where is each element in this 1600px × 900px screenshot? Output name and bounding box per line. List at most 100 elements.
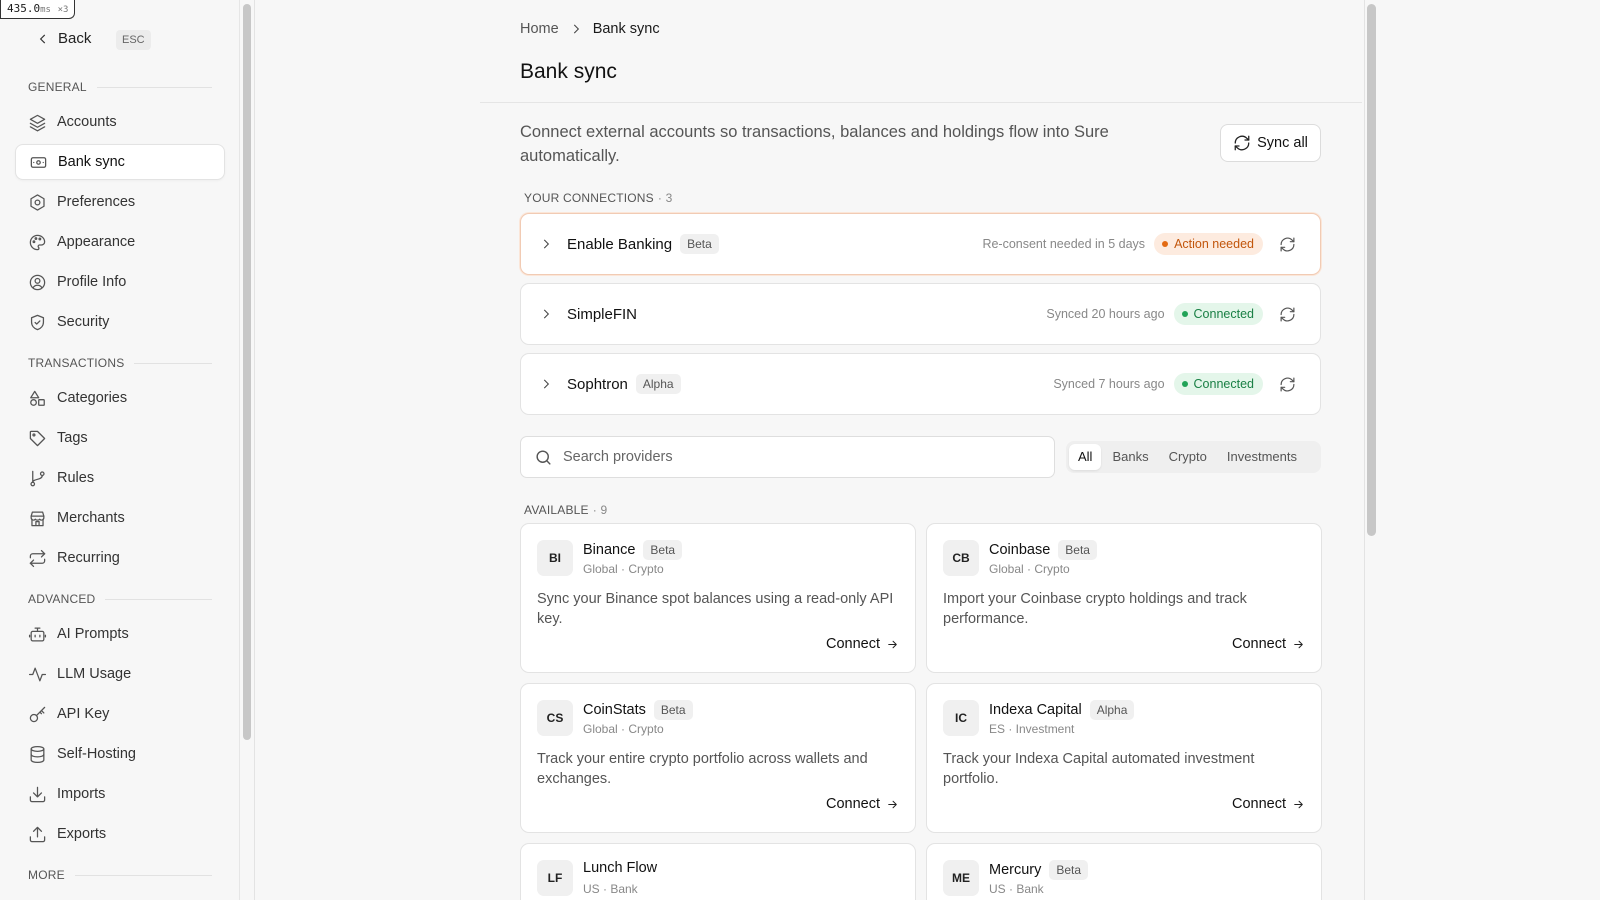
provider-logo: ME	[943, 860, 979, 896]
sidebar-item-api-key[interactable]: API Key	[15, 696, 225, 732]
user-circle-icon	[29, 274, 46, 290]
refresh-icon	[1234, 135, 1250, 151]
chevron-right-icon[interactable]	[539, 377, 553, 391]
sync-all-button[interactable]: Sync all	[1220, 124, 1321, 162]
section-advanced: ADVANCED	[28, 592, 212, 606]
provider-region: US · Bank	[989, 882, 1044, 896]
sidebar-item-label: LLM Usage	[57, 666, 132, 682]
provider-card-mercury: ME Mercury Beta US · Bank	[926, 843, 1322, 900]
provider-card-binance: BI Binance Beta Global · Crypto Sync your…	[520, 523, 916, 673]
sidebar-item-label: Recurring	[57, 550, 120, 566]
connection-name: Sophtron	[567, 375, 628, 393]
sidebar-item-label: Appearance	[57, 234, 136, 250]
back-button[interactable]: Back	[36, 30, 91, 47]
sidebar-item-merchants[interactable]: Merchants	[15, 500, 225, 536]
breadcrumb: Home Bank sync	[520, 21, 660, 37]
beta-tag: Beta	[1049, 860, 1089, 880]
filter-tab-banks[interactable]: Banks	[1103, 444, 1157, 470]
sidebar-item-preferences[interactable]: Preferences	[15, 184, 225, 220]
breadcrumb-current: Bank sync	[592, 21, 660, 37]
provider-description: Track your Indexa Capital automated inve…	[943, 751, 1255, 787]
filter-tab-crypto[interactable]: Crypto	[1160, 444, 1216, 470]
filter-tab-investments[interactable]: Investments	[1218, 444, 1306, 470]
chevron-right-icon	[573, 24, 579, 34]
sidebar-item-accounts[interactable]: Accounts	[15, 104, 225, 140]
sidebar-scrollbar-thumb[interactable]	[243, 4, 251, 740]
connect-button[interactable]: Connect	[1232, 796, 1305, 812]
upload-icon	[29, 826, 46, 842]
connect-button[interactable]: Connect	[826, 796, 899, 812]
provider-logo: BI	[537, 540, 573, 576]
back-label: Back	[58, 30, 92, 47]
sidebar-item-self-hosting[interactable]: Self-Hosting	[15, 736, 225, 772]
connect-button[interactable]: Connect	[1232, 636, 1305, 652]
sidebar-item-rules[interactable]: Rules	[15, 460, 225, 496]
chevron-right-icon[interactable]	[539, 307, 553, 321]
perf-overlay: 435.0ms ×3	[0, 0, 76, 19]
breadcrumb-home[interactable]: Home	[520, 21, 559, 37]
provider-logo: LF	[537, 860, 573, 896]
filter-tab-all[interactable]: All	[1069, 444, 1102, 470]
sidebar-item-profile-info[interactable]: Profile Info	[15, 264, 225, 300]
refresh-icon[interactable]	[1279, 376, 1296, 393]
provider-filter-tabs: All Banks Crypto Investments	[1066, 441, 1321, 473]
connection-row-enable-banking[interactable]: Enable Banking Beta Re-consent needed in…	[520, 213, 1321, 275]
provider-card-coinstats: CS CoinStats Beta Global · Crypto Track y…	[520, 683, 916, 833]
provider-region: Global · Crypto	[583, 722, 664, 736]
provider-logo: CB	[943, 540, 979, 576]
provider-name: CoinStats	[583, 702, 646, 718]
connect-button[interactable]: Connect	[826, 636, 899, 652]
refresh-icon[interactable]	[1279, 306, 1296, 323]
connection-row-simplefin[interactable]: SimpleFIN Synced 20 hours ago Connected	[520, 283, 1321, 345]
sidebar-item-llm-usage[interactable]: LLM Usage	[15, 656, 225, 692]
sidebar-item-tags[interactable]: Tags	[15, 420, 225, 456]
main-scrollbar-thumb[interactable]	[1367, 4, 1376, 536]
connection-status-text: Synced 20 hours ago	[1046, 307, 1165, 321]
sidebar-item-label: Exports	[57, 826, 107, 842]
section-general: GENERAL	[28, 80, 212, 94]
search-input[interactable]	[563, 449, 1023, 465]
beta-tag: Beta	[653, 700, 693, 720]
sidebar-item-label: Imports	[57, 786, 106, 802]
provider-name: Mercury	[989, 862, 1042, 878]
tag-icon	[29, 430, 46, 446]
gear-icon	[30, 193, 45, 211]
provider-name: Binance	[583, 542, 636, 558]
section-transactions: TRANSACTIONS	[28, 356, 212, 370]
sidebar-item-label: Bank sync	[58, 154, 125, 170]
sidebar-item-appearance[interactable]: Appearance	[15, 224, 225, 260]
bot-icon	[28, 627, 47, 641]
status-badge: Connected	[1173, 303, 1263, 325]
sidebar-item-ai-prompts[interactable]: AI Prompts	[15, 616, 225, 652]
chevron-right-icon[interactable]	[539, 237, 553, 251]
sidebar-item-label: AI Prompts	[57, 626, 129, 642]
provider-name: Coinbase	[989, 542, 1051, 558]
connection-status-text: Synced 7 hours ago	[1053, 377, 1165, 391]
connection-row-sophtron[interactable]: Sophtron Alpha Synced 7 hours ago Connec…	[520, 353, 1321, 415]
sidebar-item-imports[interactable]: Imports	[15, 776, 225, 812]
database-icon	[30, 745, 45, 763]
sidebar-item-bank-sync[interactable]: Bank sync	[15, 144, 225, 180]
status-dot-icon	[1181, 381, 1188, 387]
status-badge: Action needed	[1154, 233, 1263, 255]
sidebar-item-label: Tags	[57, 430, 88, 446]
provider-region: US · Bank	[583, 882, 638, 896]
sidebar-item-categories[interactable]: Categories	[15, 380, 225, 416]
provider-description: Import your Coinbase crypto holdings and…	[943, 591, 1247, 627]
provider-card-coinbase: CB Coinbase Beta Global · Crypto Import y…	[926, 523, 1322, 673]
sidebar-item-security[interactable]: Security	[15, 304, 225, 340]
bank-sync-icon	[30, 156, 47, 168]
sidebar-item-recurring[interactable]: Recurring	[15, 540, 225, 576]
right-gutter	[1380, 0, 1600, 900]
sidebar-item-label: Security	[57, 314, 110, 330]
alpha-tag: Alpha	[635, 374, 681, 394]
refresh-icon[interactable]	[1279, 236, 1296, 253]
provider-description: Track your entire crypto portfolio acros…	[537, 751, 868, 787]
sidebar-item-exports[interactable]: Exports	[15, 816, 225, 852]
sync-all-label: Sync all	[1257, 135, 1308, 151]
key-icon	[29, 706, 46, 722]
settings-sidebar: Back ESC GENERAL Accounts Bank sync Pref…	[0, 0, 240, 900]
provider-search[interactable]	[520, 436, 1055, 478]
git-branch-icon	[30, 470, 45, 486]
page-description: Connect external accounts so transaction…	[520, 123, 1109, 165]
